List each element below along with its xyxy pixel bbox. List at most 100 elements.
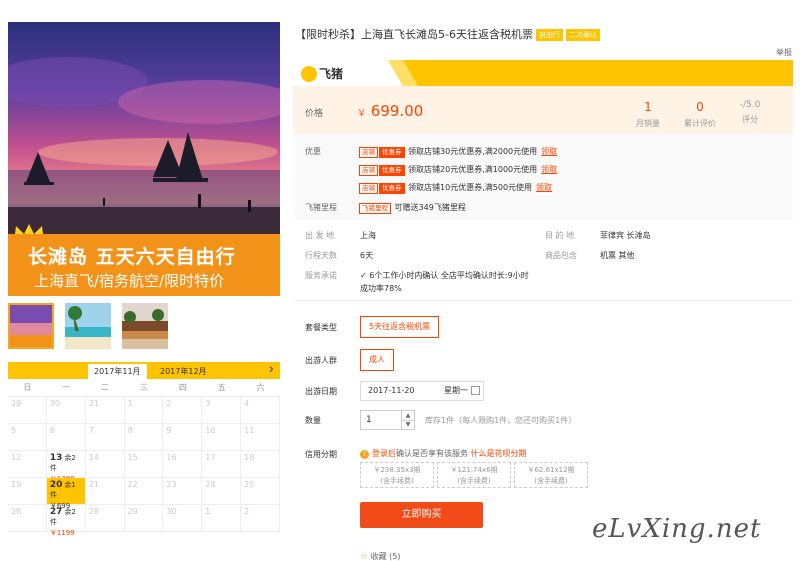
- coupon-row-3: 店铺 优惠券 领取店铺10元优惠券,满500元使用 领取: [359, 182, 552, 194]
- days-row: 行程天数: [305, 250, 337, 261]
- calendar-day: 6: [46, 424, 86, 451]
- rating-value: -/5.0: [739, 100, 761, 110]
- buy-now-button[interactable]: 立即购买: [360, 502, 483, 528]
- day-number: 22: [127, 480, 138, 489]
- day-number: 27: [49, 507, 63, 517]
- calendar-day-number: 3: [205, 399, 237, 408]
- calendar-day: 4: [241, 397, 280, 424]
- installment-plan-3[interactable]: ￥238.35x3期 (含手续费): [360, 462, 434, 488]
- calendar-day: 29: [8, 397, 47, 424]
- dest-label: 目 的 地: [545, 231, 575, 240]
- day-number: 28: [88, 507, 99, 516]
- main-product-image[interactable]: 长滩岛 五天六天自由行 上海直飞/宿务航空/限时特价: [8, 22, 280, 296]
- calendar-day: 14: [85, 451, 125, 478]
- mileage-label: 飞猪里程: [305, 203, 337, 212]
- review-count-label: 累计评价: [684, 119, 716, 128]
- calendar-icon: [471, 386, 480, 395]
- quantity-value[interactable]: 1: [366, 415, 372, 425]
- weekday-label: 六: [256, 383, 265, 392]
- decrement-icon[interactable]: ▼: [401, 420, 414, 430]
- calendar-day-available[interactable]: 27 余2件 ￥1199: [46, 505, 86, 537]
- day-number: 11: [244, 426, 255, 435]
- thumbnail-3[interactable]: [122, 303, 168, 349]
- installment-plan-12[interactable]: ￥62.61x12期 (含手续费): [514, 462, 588, 488]
- calendar-day-number: 27 余2件: [50, 507, 82, 527]
- day-number: 2: [166, 399, 172, 408]
- weekday-label: 五: [217, 383, 226, 392]
- stock-info: 库存1件（每人限购1件，您还可购买1件）: [425, 416, 577, 425]
- includes-value: 机票 其他: [600, 250, 635, 261]
- includes-label: 商品包含: [545, 251, 577, 260]
- calendar-day-number: 23: [166, 480, 198, 489]
- days-text: 6天: [360, 251, 374, 260]
- calendar-day-number: 2: [166, 399, 198, 408]
- package-option[interactable]: 5天往返含税机票: [360, 316, 440, 338]
- thumbnail-2[interactable]: [65, 303, 111, 349]
- calendar-day-available[interactable]: 20 余1件 ￥699: [46, 478, 86, 510]
- thumbnail-1[interactable]: [8, 303, 54, 349]
- promise-text: 6个工作小时内确认 全店平均确认时长:9小时: [369, 271, 529, 280]
- travel-date-input[interactable]: 2017-11-20 星期一: [360, 381, 484, 401]
- claim-coupon-link[interactable]: 领取: [536, 183, 552, 192]
- huabei-help-link[interactable]: 什么是花呗分期: [471, 449, 527, 458]
- check-icon: ✓: [360, 271, 370, 280]
- plan-amount: ￥62.61x12期: [527, 466, 575, 474]
- calendar-header: 2017年11月 2017年12月 ›: [8, 362, 280, 379]
- claim-coupon-link[interactable]: 领取: [541, 147, 557, 156]
- installment-plan-6[interactable]: ￥121.74x6期 (含手续费): [437, 462, 511, 488]
- calendar-grid: 29303112345678910111213余2件￥1399141516171…: [8, 397, 280, 537]
- day-number: 2: [244, 507, 250, 516]
- calendar-day-number: 26: [11, 507, 43, 516]
- credit-note: ! 登录后确认是否享有该服务 什么是花呗分期: [360, 448, 527, 459]
- calendar-day-number: 2: [244, 507, 276, 516]
- tag-free-travel: 自由行: [535, 29, 563, 41]
- calendar-day: 11: [241, 424, 280, 451]
- favorite-button[interactable]: ☆ 收藏 (5): [360, 551, 401, 561]
- monthly-sales: 1 月销量: [623, 100, 673, 129]
- traveler-option[interactable]: 成人: [360, 349, 394, 371]
- calendar-day-available[interactable]: 13余2件￥1399: [46, 451, 86, 483]
- product-title-text: 【限时秒杀】上海直飞长滩岛5-6天往返含税机票: [295, 28, 533, 41]
- calendar-day: 16: [163, 451, 203, 478]
- calendar-day: 31: [85, 397, 125, 424]
- calendar-day: 22: [124, 478, 164, 505]
- chevron-right-icon[interactable]: ›: [269, 362, 274, 378]
- calendar-day: 29: [124, 505, 164, 532]
- calendar-day-number: 30: [50, 399, 82, 408]
- coupon-text: 领取店铺30元优惠券,满2000元使用: [408, 147, 538, 156]
- calendar-day-number: 1: [205, 507, 237, 516]
- price-currency: ￥: [357, 109, 367, 119]
- calendar-day: 23: [163, 478, 203, 505]
- dest-value: 菲律宾 长滩岛: [600, 230, 651, 241]
- day-number: 26: [11, 507, 22, 516]
- review-count[interactable]: 0 累计评价: [675, 100, 725, 129]
- divider: [293, 300, 793, 301]
- depart-label: 出 发 地: [305, 231, 335, 240]
- day-number: 29: [11, 399, 22, 408]
- monthly-sales-value: 1: [644, 100, 652, 114]
- calendar-day: 28: [85, 505, 125, 532]
- shop-badge: 店铺: [359, 147, 378, 158]
- review-count-value: 0: [696, 100, 704, 114]
- day-number: 18: [244, 453, 255, 462]
- thumbnail-strip: [8, 303, 280, 349]
- calendar-day: 26: [8, 505, 47, 532]
- calendar-day-number: 24: [205, 480, 237, 489]
- fliggy-logo: 飞猪: [301, 65, 343, 82]
- quantity-stepper[interactable]: 1 ▲ ▼: [360, 410, 415, 430]
- tab-2017-12[interactable]: 2017年12月: [154, 364, 213, 379]
- calendar-day-number: 16: [166, 453, 198, 462]
- calendar-day: 5: [8, 424, 47, 451]
- report-link[interactable]: 举报: [776, 47, 792, 58]
- calendar-day-number: 29: [128, 507, 160, 516]
- tab-2017-11[interactable]: 2017年11月: [88, 364, 147, 379]
- login-link[interactable]: 登录后: [372, 449, 396, 458]
- claim-coupon-link[interactable]: 领取: [541, 165, 557, 174]
- day-number: 19: [11, 480, 22, 489]
- plan-amount: ￥238.35x3期: [373, 466, 421, 474]
- day-number: 1: [127, 399, 133, 408]
- calendar-day-number: 15: [128, 453, 160, 462]
- plan-fee: (含手续费): [457, 477, 491, 485]
- promise-rate: 成功率78%: [360, 284, 402, 293]
- calendar-day-number: 13 余2件: [50, 453, 82, 473]
